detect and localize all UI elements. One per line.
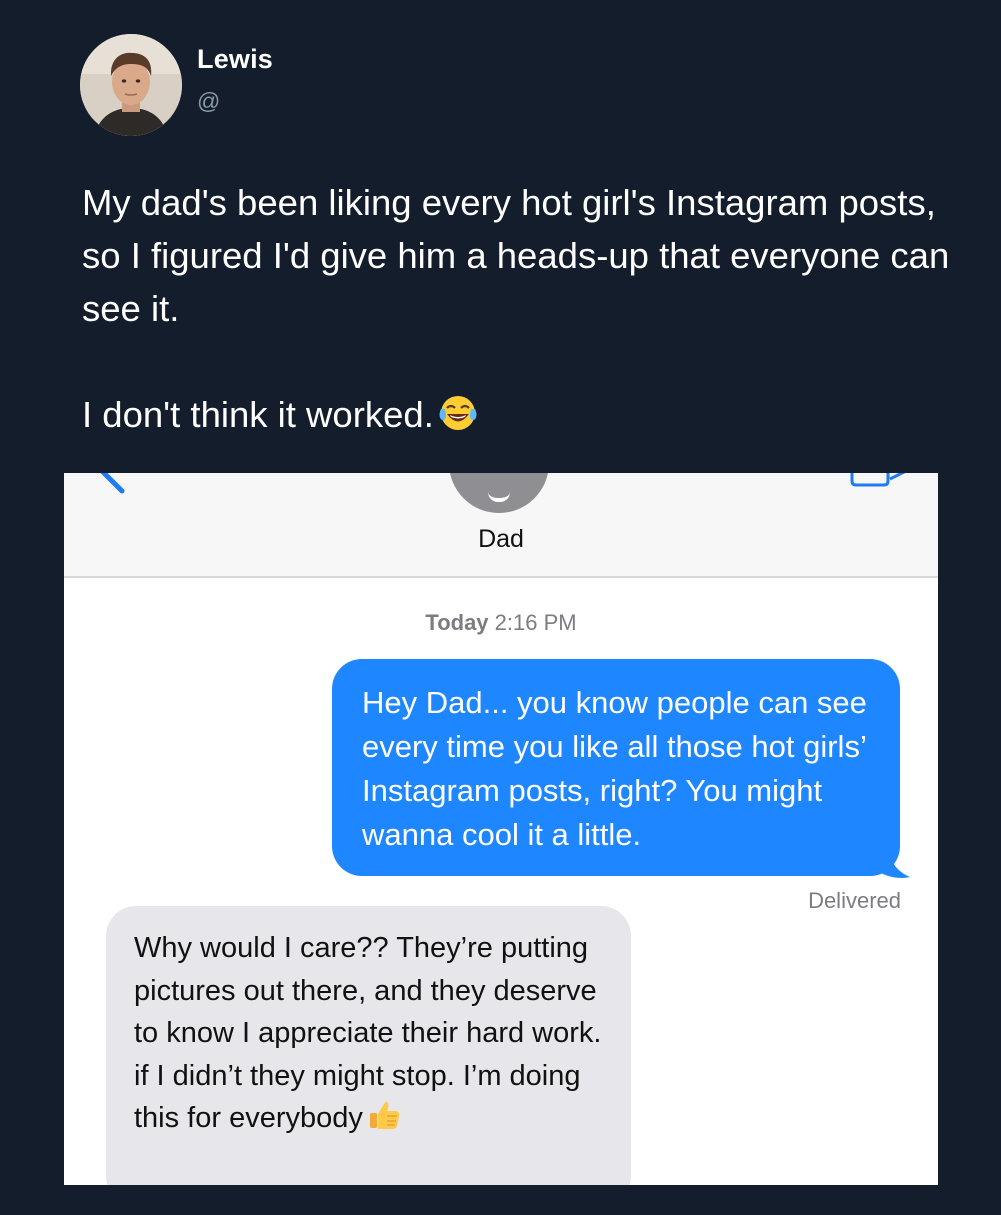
tweet-paragraph-1: My dad's been liking every hot girl's In… [82, 182, 950, 329]
contact-avatar[interactable] [449, 473, 549, 513]
back-chevron-icon[interactable] [90, 473, 130, 497]
author-avatar[interactable] [80, 34, 182, 136]
delivery-status: Delivered [808, 888, 901, 913]
incoming-message-bubble[interactable]: Why would I care?? They’re putting pictu… [106, 906, 631, 1185]
tweet-paragraph-2-text: I don't think it worked. [82, 394, 434, 435]
thumbs-up-emoji-icon [369, 1101, 400, 1129]
outgoing-message-bubble[interactable]: Hey Dad... you know people can see every… [332, 659, 900, 876]
outgoing-bubble-tail [872, 843, 910, 878]
tweet-body: My dad's been liking every hot girl's In… [82, 176, 962, 441]
contact-initial-glyph [449, 489, 549, 503]
author-photo [80, 34, 182, 136]
laughing-tears-emoji-icon [439, 396, 477, 430]
conversation-header: Dad [64, 473, 938, 578]
message-timestamp: Today 2:16 PM [64, 610, 938, 636]
timestamp-day: Today [425, 610, 489, 635]
messages-screenshot[interactable]: Dad Today 2:16 PM Hey Dad... you know pe… [64, 473, 938, 1185]
contact-name[interactable]: Dad [64, 525, 938, 554]
author-handle[interactable]: @ [197, 88, 220, 115]
tweet-paragraph-2: I don't think it worked. [82, 388, 962, 441]
author-name[interactable]: Lewis [197, 44, 273, 75]
video-call-icon[interactable] [850, 473, 912, 491]
timestamp-time: 2:16 PM [494, 610, 577, 635]
